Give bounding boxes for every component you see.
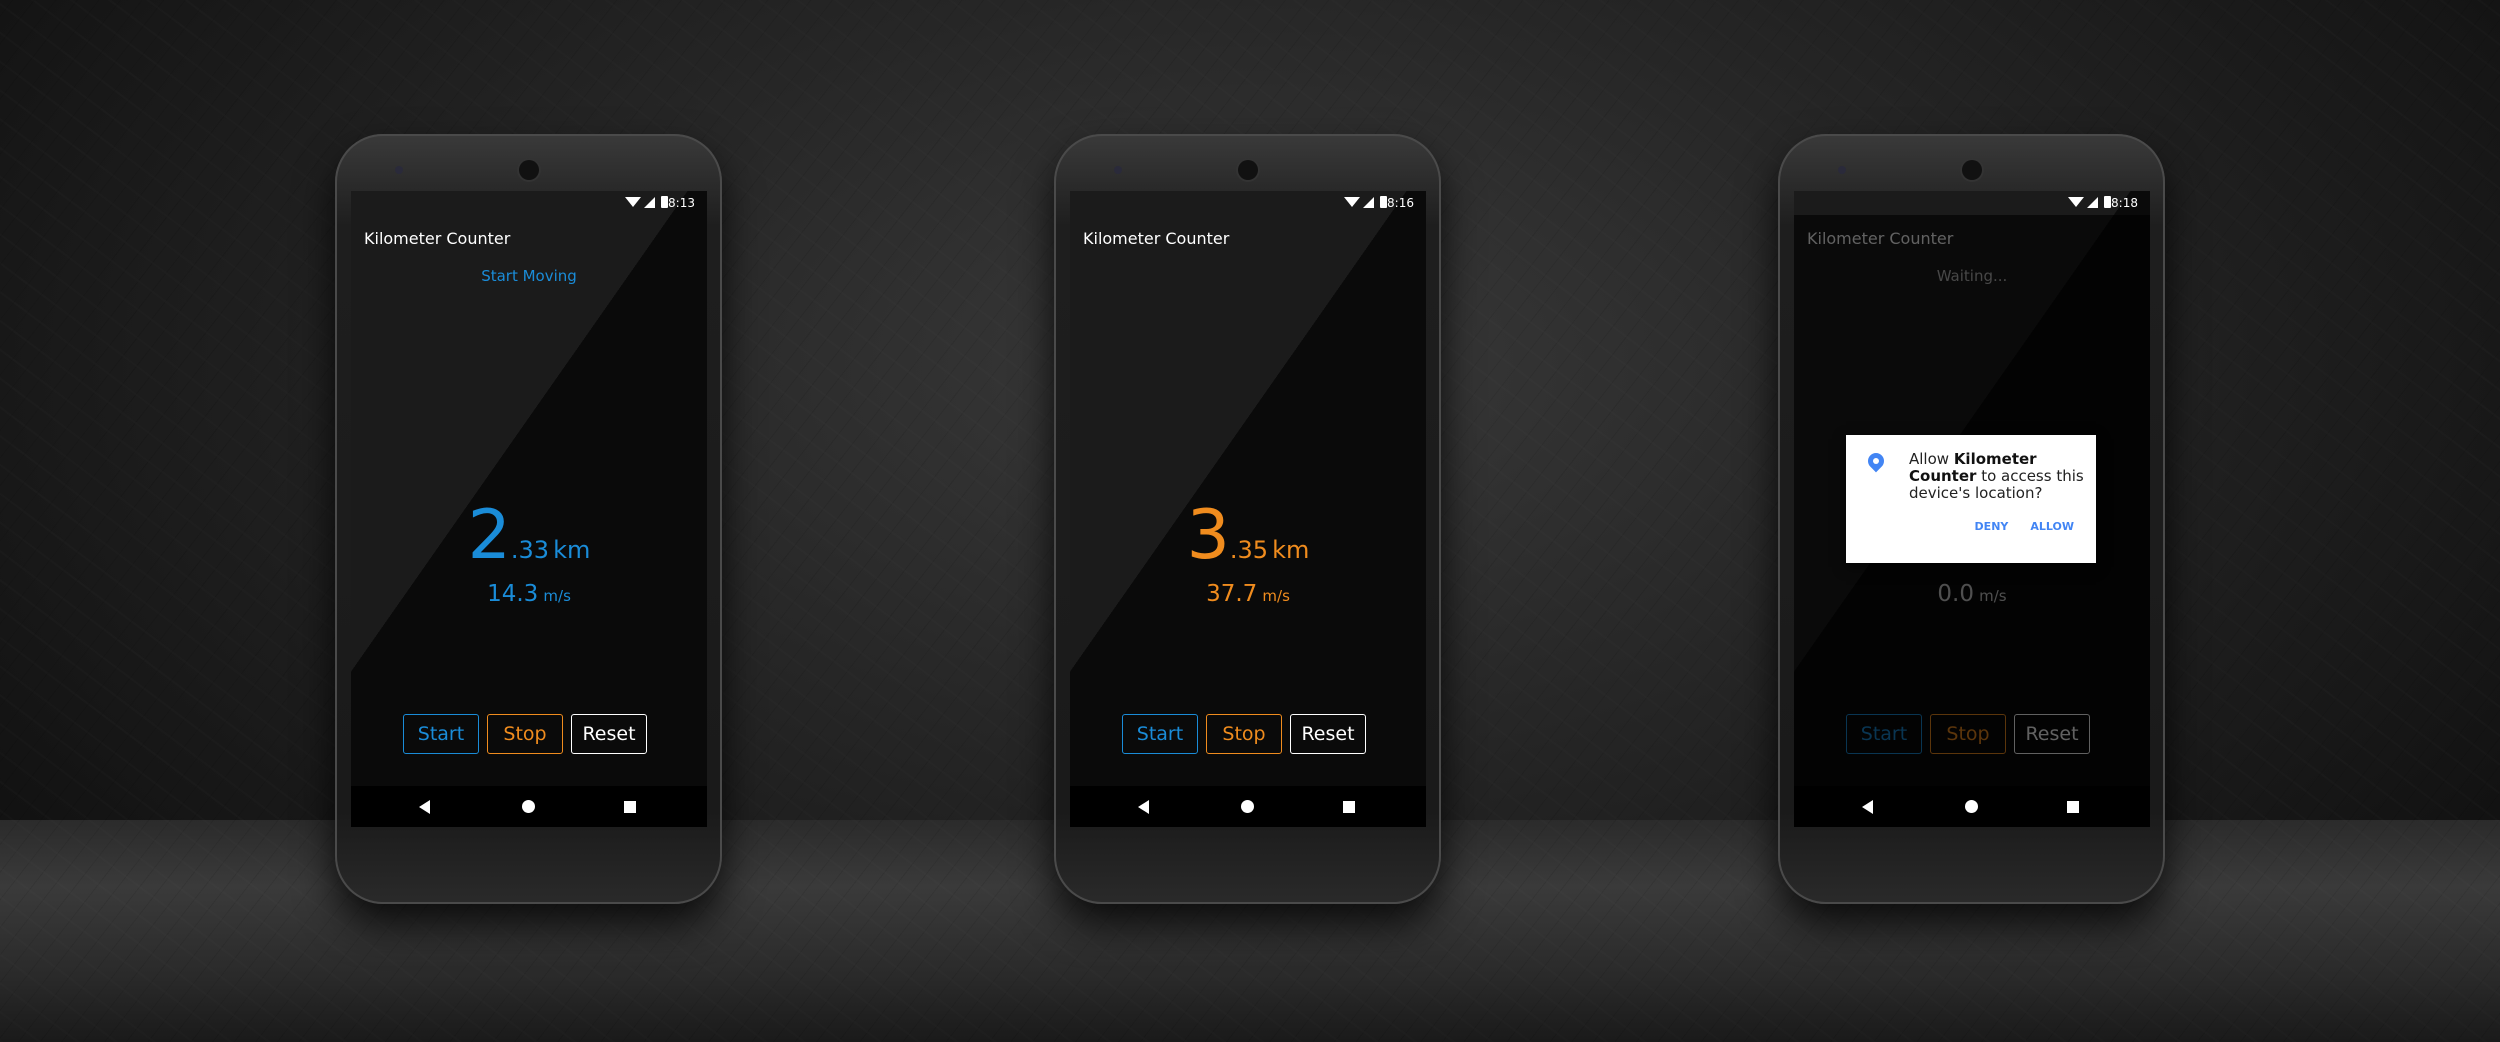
- status-time: 8:16: [1387, 196, 1414, 210]
- stop-button[interactable]: Stop: [487, 714, 563, 754]
- app-title: Kilometer Counter: [1083, 229, 1230, 248]
- speed-unit: m/s: [543, 587, 571, 605]
- control-buttons: Start Stop Reset: [403, 714, 647, 754]
- speed-readout: 37.7 m/s: [1070, 581, 1426, 607]
- status-bar: 8:13: [351, 191, 707, 215]
- earpiece-speaker: [1238, 160, 1258, 180]
- reset-button[interactable]: Reset: [1290, 714, 1366, 754]
- navigation-bar: [1794, 786, 2150, 827]
- distance-readout: 2.33 km: [351, 496, 707, 575]
- front-camera: [1114, 166, 1122, 174]
- home-icon[interactable]: [1965, 800, 1978, 813]
- start-button[interactable]: Start: [1122, 714, 1198, 754]
- battery-charging-icon: [661, 196, 668, 208]
- status-time: 8:13: [668, 196, 695, 210]
- speed-readout: 14.3 m/s: [351, 581, 707, 607]
- phone-screen: Kilometer Counter Start Moving 2.33 km 14…: [351, 191, 707, 827]
- battery-charging-icon: [1380, 196, 1387, 208]
- stop-button[interactable]: Stop: [1206, 714, 1282, 754]
- status-time: 8:18: [2111, 196, 2138, 210]
- signal-icon: [2087, 197, 2098, 208]
- allow-button[interactable]: ALLOW: [2030, 520, 2074, 533]
- location-pin-icon: [1864, 449, 1888, 473]
- status-bar: 8:18: [1794, 191, 2150, 215]
- front-camera: [1838, 166, 1846, 174]
- dialog-prefix: Allow: [1909, 450, 1954, 468]
- deny-button[interactable]: DENY: [1975, 520, 2009, 533]
- app-title: Kilometer Counter: [364, 229, 511, 248]
- distance-fraction: .33: [510, 536, 550, 564]
- earpiece-speaker: [519, 160, 539, 180]
- distance-unit: km: [1272, 536, 1310, 564]
- signal-icon: [1363, 197, 1374, 208]
- wifi-icon: [2068, 197, 2084, 207]
- back-icon[interactable]: [419, 800, 430, 814]
- speed-value: 37.7: [1206, 581, 1258, 607]
- home-icon[interactable]: [1241, 800, 1254, 813]
- phone-screen: Kilometer Counter Waiting... 0.00km 0.0 …: [1794, 191, 2150, 827]
- phone-screen: Kilometer Counter 3.35 km 37.7 m/s Start …: [1070, 191, 1426, 827]
- phone-1: Kilometer Counter Start Moving 2.33 km 14…: [335, 134, 722, 904]
- navigation-bar: [1070, 786, 1426, 827]
- wifi-icon: [625, 197, 641, 207]
- control-buttons: Start Stop Reset: [1122, 714, 1366, 754]
- status-message: Start Moving: [481, 267, 577, 285]
- recents-icon[interactable]: [624, 801, 636, 813]
- distance-unit: km: [553, 536, 591, 564]
- dialog-message: Allow Kilometer Counter to access this d…: [1909, 451, 2089, 502]
- start-button[interactable]: Start: [403, 714, 479, 754]
- front-camera: [395, 166, 403, 174]
- distance-fraction: .35: [1229, 536, 1269, 564]
- reset-button[interactable]: Reset: [571, 714, 647, 754]
- home-icon[interactable]: [522, 800, 535, 813]
- phone-2: Kilometer Counter 3.35 km 37.7 m/s Start …: [1054, 134, 1441, 904]
- back-icon[interactable]: [1862, 800, 1873, 814]
- navigation-bar: [351, 786, 707, 827]
- distance-readout: 3.35 km: [1070, 496, 1426, 575]
- signal-icon: [644, 197, 655, 208]
- location-permission-dialog: Allow Kilometer Counter to access this d…: [1846, 435, 2096, 563]
- speed-value: 14.3: [487, 581, 539, 607]
- back-icon[interactable]: [1138, 800, 1149, 814]
- earpiece-speaker: [1962, 160, 1982, 180]
- distance-integer: 3: [1186, 496, 1230, 575]
- recents-icon[interactable]: [1343, 801, 1355, 813]
- status-bar: 8:16: [1070, 191, 1426, 215]
- wifi-icon: [1344, 197, 1360, 207]
- recents-icon[interactable]: [2067, 801, 2079, 813]
- phone-3: Kilometer Counter Waiting... 0.00km 0.0 …: [1778, 134, 2165, 904]
- speed-unit: m/s: [1262, 587, 1290, 605]
- distance-integer: 2: [467, 496, 511, 575]
- battery-charging-icon: [2104, 196, 2111, 208]
